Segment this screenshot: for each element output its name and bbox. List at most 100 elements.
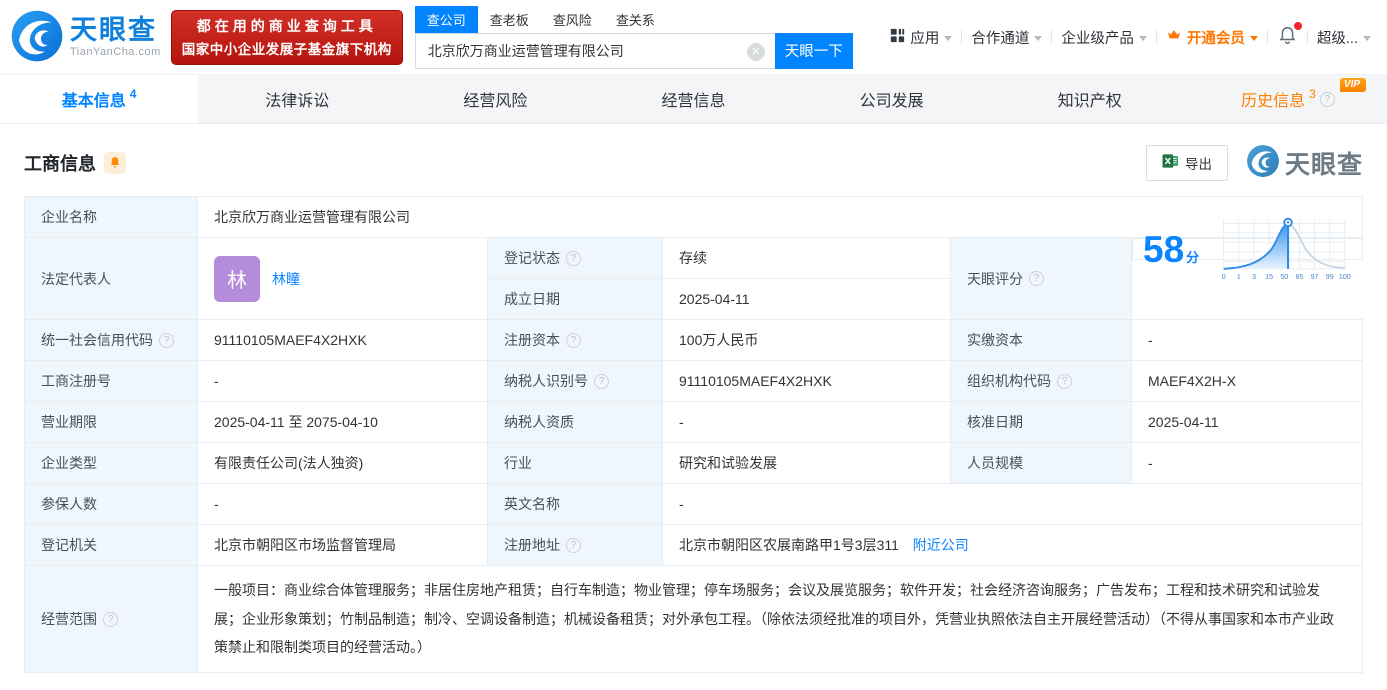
svg-text:85: 85	[1295, 273, 1303, 281]
chevron-down-icon	[1363, 35, 1371, 41]
search-tab-risk[interactable]: 查风险	[541, 6, 604, 33]
chevron-down-icon	[1138, 35, 1147, 41]
tianyancha-watermark: 天眼查	[1246, 144, 1363, 181]
help-icon[interactable]	[1029, 271, 1044, 286]
nav-enterprise-products[interactable]: 企业级产品	[1061, 27, 1147, 48]
main-content: 工商信息 导出 天眼查 企业名称 北京欣万商业运营管理有限公司 法定代表人 林 …	[0, 124, 1387, 674]
company-type-value: 有限责任公司(法人独资)	[197, 442, 488, 484]
search-button[interactable]: 天眼一下	[774, 32, 853, 69]
search-tab-company[interactable]: 查公司	[414, 5, 478, 33]
help-icon[interactable]	[594, 373, 609, 389]
tianyancha-logo-icon	[1246, 144, 1280, 181]
apps-grid-icon	[890, 28, 905, 47]
tab-history-info[interactable]: VIP 历史信息 3	[1189, 75, 1387, 123]
divider	[1155, 30, 1157, 44]
field-label: 核准日期	[950, 401, 1132, 443]
field-label: 成立日期	[487, 278, 663, 320]
search-tab-boss[interactable]: 查老板	[478, 6, 541, 33]
svg-text:100: 100	[1338, 273, 1350, 281]
help-icon[interactable]	[1319, 91, 1335, 107]
tab-operating-risk[interactable]: 经营风险	[396, 75, 594, 123]
tab-legal-proceedings[interactable]: 法律诉讼	[198, 75, 396, 123]
help-icon[interactable]	[566, 537, 581, 553]
table-row: 法定代表人 林 林瞳 登记状态 存续 天眼评分 58分	[24, 217, 1363, 320]
table-row: 经营范围 一般项目：商业综合体管理服务；非居住房地产租赁；自行车制造；物业管理；…	[24, 564, 1363, 674]
chevron-down-icon	[1249, 35, 1258, 41]
export-button[interactable]: 导出	[1145, 144, 1228, 181]
industry-value: 研究和试验发展	[662, 442, 951, 484]
avatar[interactable]: 林	[214, 255, 260, 302]
excel-icon	[1162, 153, 1179, 172]
section-title: 工商信息	[24, 153, 96, 174]
field-label: 企业类型	[24, 442, 198, 484]
svg-text:97: 97	[1310, 273, 1318, 281]
nav-notifications[interactable]	[1277, 21, 1302, 50]
tab-business-info[interactable]: 经营信息	[594, 75, 792, 123]
nav-vip-upgrade[interactable]: 开通会员	[1166, 27, 1258, 48]
nav-partner-channel[interactable]: 合作通道	[971, 27, 1043, 48]
english-name-value: -	[662, 483, 1363, 525]
nav-apps[interactable]: 应用	[890, 27, 953, 48]
field-label: 人员规模	[950, 442, 1132, 484]
notification-dot	[1293, 21, 1302, 30]
field-label: 统一社会信用代码	[24, 319, 198, 361]
svg-text:3: 3	[1251, 273, 1255, 281]
field-label: 参保人数	[24, 483, 198, 525]
chevron-down-icon	[1034, 35, 1043, 41]
score-cell: 58 分 0 1 3 15 50 85 97 99 100	[1132, 217, 1363, 281]
divider	[1266, 30, 1268, 44]
establish-date-value: 2025-04-11	[662, 278, 951, 320]
help-icon[interactable]	[159, 332, 174, 348]
monitor-bell-button[interactable]	[104, 151, 126, 174]
tab-basic-info[interactable]: 基本信息 4	[0, 75, 199, 123]
promo-line2: 国家中小企业发展子基金旗下机构	[181, 41, 392, 57]
field-label: 组织机构代码	[950, 360, 1132, 402]
tianyancha-logo-icon	[10, 9, 64, 66]
logo-subtitle: TianYanCha.com	[70, 46, 161, 59]
paid-capital-value: -	[1131, 319, 1363, 361]
search-input[interactable]	[415, 33, 775, 68]
table-row: 统一社会信用代码 91110105MAEF4X2HXK 注册资本 100万人民币…	[24, 319, 1363, 361]
promo-banner: 都在用的商业查询工具 国家中小企业发展子基金旗下机构	[170, 9, 403, 65]
field-label: 纳税人识别号	[487, 360, 663, 402]
nav-super-vip[interactable]: 超级...	[1317, 27, 1371, 48]
field-label: 注册地址	[487, 524, 663, 566]
help-icon[interactable]	[103, 611, 118, 627]
bell-icon	[110, 156, 120, 167]
svg-text:1: 1	[1236, 273, 1240, 281]
field-label: 登记机关	[24, 524, 198, 566]
field-label: 企业名称	[24, 196, 198, 238]
field-label: 行业	[487, 442, 663, 484]
help-icon[interactable]	[1057, 373, 1072, 389]
field-label: 营业期限	[24, 401, 198, 443]
field-label: 工商注册号	[24, 360, 198, 402]
nearby-companies-link[interactable]: 附近公司	[913, 537, 969, 553]
divider	[1051, 30, 1053, 44]
org-code-value: MAEF4X2H-X	[1131, 360, 1363, 402]
field-label: 经营范围	[24, 564, 198, 674]
tianyancha-logo[interactable]: 天眼查 TianYanCha.com	[10, 9, 161, 66]
svg-text:50: 50	[1280, 273, 1288, 281]
divider	[1306, 30, 1308, 44]
insured-count-value: -	[197, 483, 488, 525]
legal-rep-link[interactable]: 林瞳	[272, 269, 300, 289]
table-row: 营业期限 2025-04-11 至 2075-04-10 纳税人资质 - 核准日…	[24, 401, 1363, 443]
business-term-value: 2025-04-11 至 2075-04-10	[197, 401, 488, 443]
help-icon[interactable]	[566, 250, 581, 266]
help-icon[interactable]	[566, 332, 581, 348]
svg-text:99: 99	[1325, 273, 1333, 281]
legal-rep-cell: 林 林瞳	[197, 237, 488, 320]
top-header: 天眼查 TianYanCha.com 都在用的商业查询工具 国家中小企业发展子基…	[0, 0, 1387, 74]
field-label: 英文名称	[487, 483, 663, 525]
table-row: 参保人数 - 英文名称 -	[24, 483, 1363, 525]
company-detail-tabs: 基本信息 4 法律诉讼 经营风险 经营信息 公司发展 知识产权 VIP 历史信息…	[0, 74, 1387, 124]
table-row: 工商注册号 - 纳税人识别号 91110105MAEF4X2HXK 组织机构代码…	[24, 360, 1363, 402]
svg-text:15: 15	[1265, 273, 1273, 281]
search-tab-relation[interactable]: 查关系	[604, 6, 667, 33]
header-nav: 应用 合作通道 企业级产品 开通会员 超级...	[890, 21, 1371, 50]
tab-intellectual-property[interactable]: 知识产权	[991, 75, 1189, 123]
tab-company-development[interactable]: 公司发展	[793, 75, 991, 123]
clear-search-icon[interactable]	[746, 42, 765, 61]
field-label: 登记状态	[487, 237, 663, 279]
vip-badge: VIP	[1339, 78, 1367, 92]
